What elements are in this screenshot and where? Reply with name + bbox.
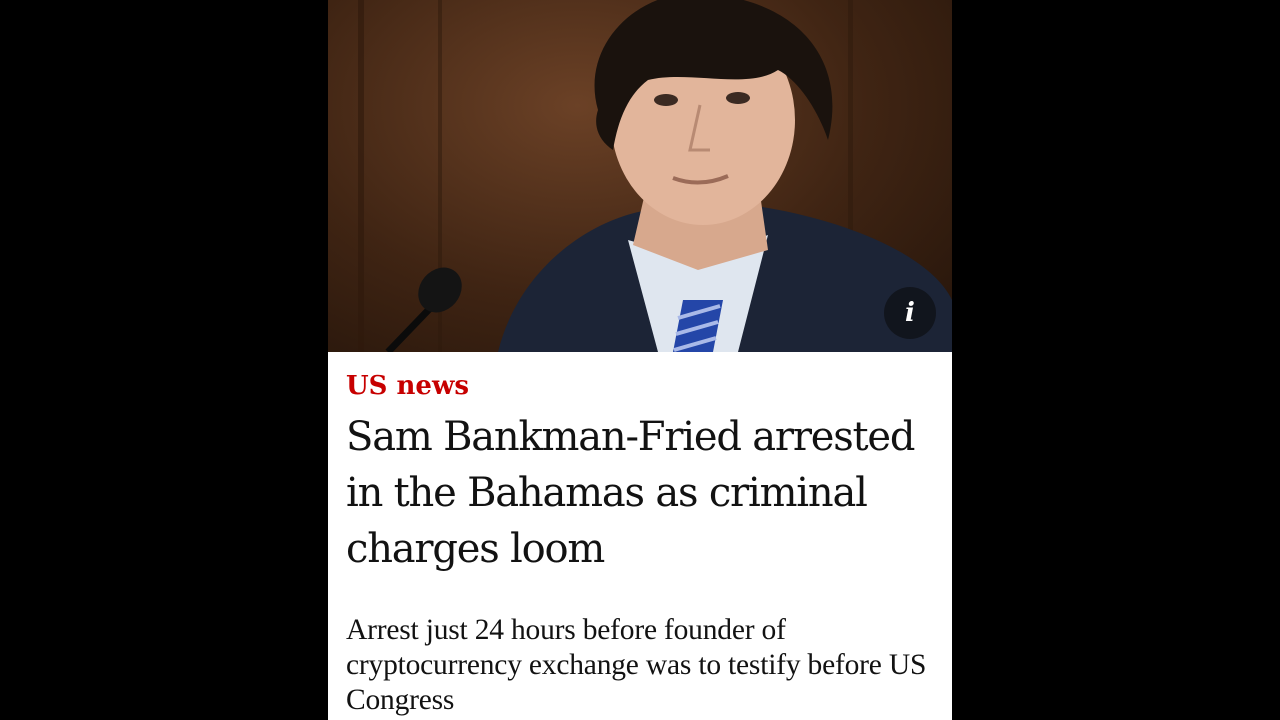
info-icon: i	[905, 298, 915, 328]
article-photo: i	[328, 0, 952, 352]
article-photo-illustration	[358, 0, 952, 352]
info-button[interactable]: i	[884, 287, 936, 339]
article-card: i US news Sam Bankman-Fried arrested in …	[328, 0, 952, 720]
headline: Sam Bankman-Fried arrested in the Bahama…	[346, 414, 915, 572]
section-link[interactable]: US news	[346, 371, 469, 401]
standfirst: Arrest just 24 hours before founder of c…	[346, 614, 927, 716]
article-text: US news Sam Bankman-Fried arrested in th…	[346, 352, 941, 718]
